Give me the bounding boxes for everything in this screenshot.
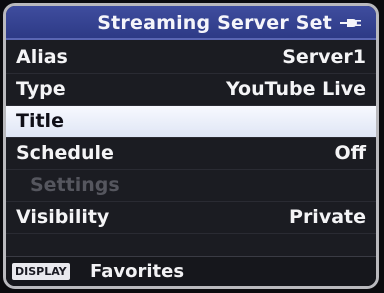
menu-item-type[interactable]: Type YouTube Live [6, 74, 376, 106]
menu-title: Streaming Server Set [97, 12, 332, 34]
menu-item-value: Private [289, 206, 366, 228]
display-button-icon[interactable]: DISPLAY [12, 263, 70, 280]
menu-header: Streaming Server Set [6, 6, 376, 40]
menu-item-value: Off [334, 142, 366, 164]
menu-item-alias[interactable]: Alias Server1 [6, 42, 376, 74]
menu-footer: DISPLAY Favorites [6, 256, 376, 286]
connection-plug-icon [340, 19, 361, 27]
menu-item-label: Title [16, 110, 64, 132]
favorites-label: Favorites [90, 261, 185, 282]
menu-item-visibility[interactable]: Visibility Private [6, 202, 376, 234]
menu-list: Alias Server1 Type YouTube Live Title Sc… [6, 42, 376, 234]
menu-item-label: Type [16, 78, 66, 100]
menu-item-label: Alias [16, 46, 68, 68]
menu-item-title[interactable]: Title [6, 106, 376, 138]
streaming-server-settings-screen: Streaming Server Set Alias Server1 Type … [3, 3, 379, 289]
menu-item-label: Schedule [16, 142, 114, 164]
menu-item-label: Visibility [16, 206, 110, 228]
menu-item-label: Settings [30, 174, 120, 196]
menu-item-settings: Settings [6, 170, 376, 202]
menu-item-value: Server1 [282, 46, 366, 68]
menu-item-value: YouTube Live [226, 78, 366, 100]
menu-item-schedule[interactable]: Schedule Off [6, 138, 376, 170]
